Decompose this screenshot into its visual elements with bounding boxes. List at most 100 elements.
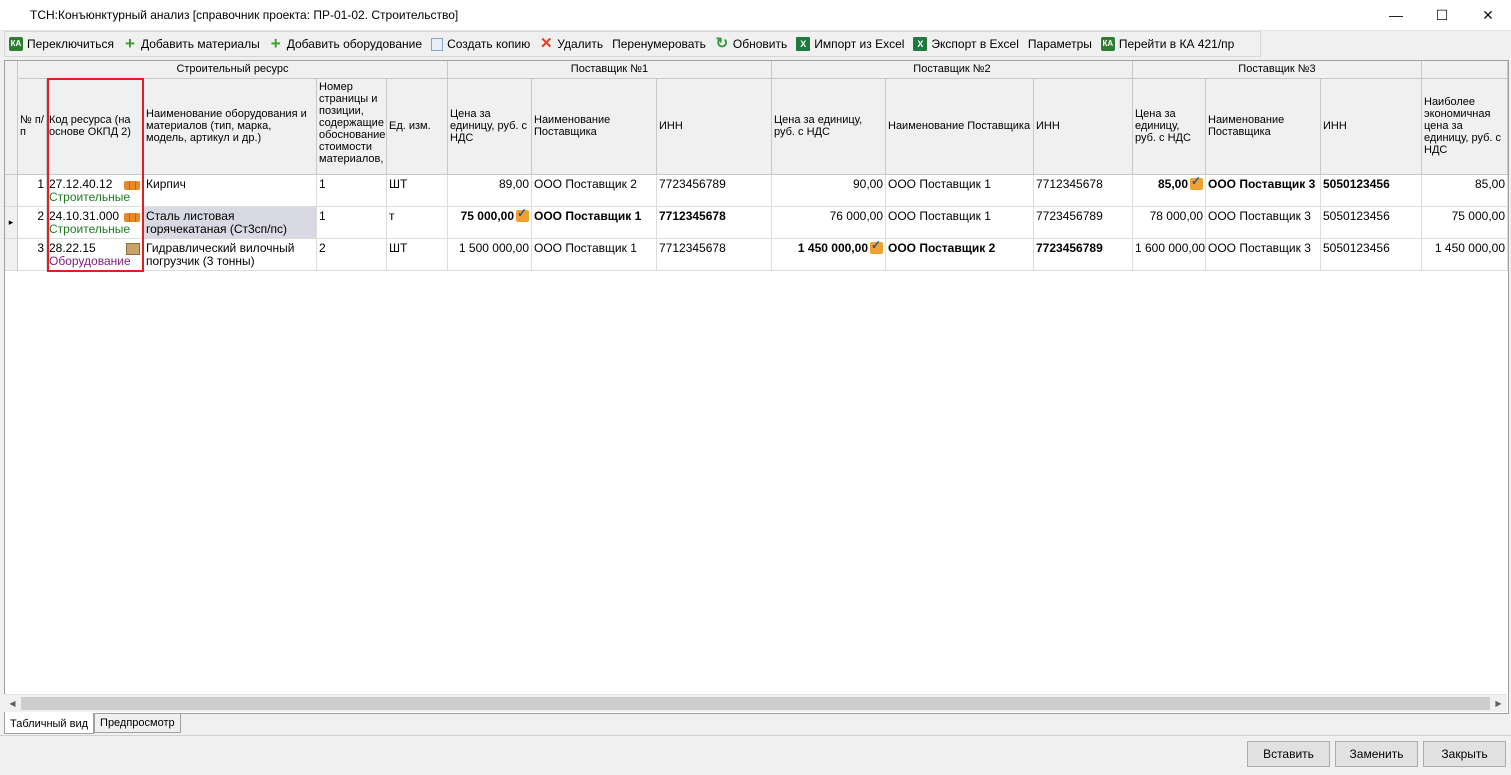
column-header-code[interactable]: Код ресурса (на основе ОКПД 2) <box>47 79 144 175</box>
cell-s2-inn[interactable]: 7712345678 <box>1034 175 1133 207</box>
column-header-s2-price-label: Цена за единицу, руб. с НДС <box>774 114 863 138</box>
column-header-name-label: Наименование оборудования и материалов (… <box>146 108 307 144</box>
column-header-best[interactable]: Наиболее экономичная цена за единицу, ру… <box>1422 79 1508 175</box>
row-indicator[interactable] <box>5 175 18 207</box>
cell-s1-inn[interactable]: 7712345678 <box>657 207 772 239</box>
cell-s1-name[interactable]: ООО Поставщик 2 <box>532 175 657 207</box>
column-header-s1-inn[interactable]: ИНН <box>657 79 772 175</box>
cell-s3-price[interactable]: 85,00 <box>1133 175 1206 207</box>
cell-s1-price[interactable]: 89,00 <box>448 175 532 207</box>
refresh-button[interactable]: ↻ Обновить <box>711 33 792 55</box>
title-bar: ТСН:Конъюнктурный анализ [справочник про… <box>0 0 1511 31</box>
cell-s2-price[interactable]: 76 000,00 <box>772 207 886 239</box>
parameters-label: Параметры <box>1027 37 1092 51</box>
column-header-page[interactable]: Номер страницы и позиции, содержащие обо… <box>317 79 387 175</box>
cell-s2-inn[interactable]: 7723456789 <box>1034 239 1133 271</box>
close-button[interactable]: Закрыть <box>1423 741 1506 767</box>
price-value: 75 000,00 <box>460 209 514 223</box>
cell-s1-name[interactable]: ООО Поставщик 1 <box>532 207 657 239</box>
cell-unit[interactable]: ШТ <box>387 175 448 207</box>
renumber-label: Перенумеровать <box>612 37 706 51</box>
cell-num[interactable]: 1 <box>18 175 47 207</box>
cell-s2-name[interactable]: ООО Поставщик 1 <box>886 175 1034 207</box>
insert-button[interactable]: Вставить <box>1247 741 1330 767</box>
bottom-divider <box>0 735 1511 736</box>
cell-s3-name[interactable]: ООО Поставщик 3 <box>1206 175 1321 207</box>
horizontal-scrollbar[interactable]: ◀ ▶ <box>4 694 1507 712</box>
delete-button[interactable]: ✕ Удалить <box>535 33 608 55</box>
parameters-button[interactable]: Параметры <box>1024 33 1097 55</box>
plus-icon: + <box>270 34 281 53</box>
column-header-s3-name[interactable]: Наименование Поставщика <box>1206 79 1321 175</box>
cell-unit[interactable]: ШТ <box>387 239 448 271</box>
cell-code[interactable]: 24.10.31.000 Строительные <box>47 207 144 239</box>
cell-page[interactable]: 1 <box>317 175 387 207</box>
cell-code[interactable]: 28.22.15 Оборудование <box>47 239 144 271</box>
renumber-button[interactable]: Перенумеровать <box>608 33 711 55</box>
column-header-s1-name-label: Наименование Поставщика <box>534 114 611 138</box>
cell-name[interactable]: Кирпич <box>144 175 317 207</box>
window-title: ТСН:Конъюнктурный анализ [справочник про… <box>30 8 459 22</box>
tab-preview[interactable]: Предпросмотр <box>94 713 181 733</box>
cell-num[interactable]: 2 <box>18 207 47 239</box>
column-header-s3-price[interactable]: Цена за единицу, руб. с НДС <box>1133 79 1206 175</box>
cell-best[interactable]: 85,00 <box>1422 175 1508 207</box>
add-materials-button[interactable]: + Добавить материалы <box>119 33 265 55</box>
cell-s3-inn[interactable]: 5050123456 <box>1321 239 1422 271</box>
cell-name[interactable]: Гидравлический вилочный погрузчик (3 тон… <box>144 239 317 271</box>
cell-s3-price[interactable]: 78 000,00 <box>1133 207 1206 239</box>
replace-button[interactable]: Заменить <box>1335 741 1418 767</box>
column-header-s2-name[interactable]: Наименование Поставщика <box>886 79 1034 175</box>
column-header-s2-price[interactable]: Цена за единицу, руб. с НДС <box>772 79 886 175</box>
scrollbar-thumb[interactable] <box>21 697 1490 710</box>
import-excel-button[interactable]: X Импорт из Excel <box>792 33 909 55</box>
minimize-button[interactable]: — <box>1373 0 1419 30</box>
cell-page[interactable]: 2 <box>317 239 387 271</box>
column-header-s3-inn[interactable]: ИНН <box>1321 79 1422 175</box>
excel-icon: X <box>796 37 811 51</box>
cell-s3-price[interactable]: 1 600 000,00 <box>1133 239 1206 271</box>
close-window-button[interactable]: ✕ <box>1465 0 1511 30</box>
goto-ka-button[interactable]: КА Перейти в КА 421/пр <box>1097 33 1239 55</box>
cell-s2-name[interactable]: ООО Поставщик 2 <box>886 239 1034 271</box>
column-header-code-label: Код ресурса (на основе ОКПД 2) <box>49 114 131 138</box>
cell-s2-name[interactable]: ООО Поставщик 1 <box>886 207 1034 239</box>
cell-name[interactable]: Сталь листовая горячекатаная (Ст3сп/пс) <box>144 207 317 239</box>
cell-s1-inn[interactable]: 7723456789 <box>657 175 772 207</box>
scroll-left-icon[interactable]: ◀ <box>4 695 21 712</box>
cell-s3-inn[interactable]: 5050123456 <box>1321 175 1422 207</box>
cell-s1-name[interactable]: ООО Поставщик 1 <box>532 239 657 271</box>
create-copy-button[interactable]: Создать копию <box>427 33 535 55</box>
cell-s2-price[interactable]: 90,00 <box>772 175 886 207</box>
cell-s1-inn[interactable]: 7712345678 <box>657 239 772 271</box>
maximize-button[interactable]: ☐ <box>1419 0 1465 30</box>
cell-unit[interactable]: т <box>387 207 448 239</box>
cell-s2-price[interactable]: 1 450 000,00 <box>772 239 886 271</box>
column-header-s2-inn[interactable]: ИНН <box>1034 79 1133 175</box>
cell-s3-name[interactable]: ООО Поставщик 3 <box>1206 207 1321 239</box>
row-indicator[interactable]: ▸ <box>5 207 18 239</box>
column-header-unit[interactable]: Ед. изм. <box>387 79 448 175</box>
row-indicator[interactable] <box>5 239 18 271</box>
cell-page[interactable]: 1 <box>317 207 387 239</box>
bricks-icon <box>124 213 140 222</box>
cell-s1-price[interactable]: 75 000,00 <box>448 207 532 239</box>
column-header-num[interactable]: № п/п <box>18 79 47 175</box>
switch-button[interactable]: КА Переключиться <box>5 33 119 55</box>
cell-s3-name[interactable]: ООО Поставщик 3 <box>1206 239 1321 271</box>
column-header-name[interactable]: Наименование оборудования и материалов (… <box>144 79 317 175</box>
add-equipment-button[interactable]: + Добавить оборудование <box>265 33 427 55</box>
column-header-s1-price[interactable]: Цена за единицу, руб. с НДС <box>448 79 532 175</box>
cell-s2-inn[interactable]: 7723456789 <box>1034 207 1133 239</box>
cell-s3-inn[interactable]: 5050123456 <box>1321 207 1422 239</box>
add-materials-label: Добавить материалы <box>140 37 260 51</box>
tab-table-view[interactable]: Табличный вид <box>4 713 95 734</box>
cell-num[interactable]: 3 <box>18 239 47 271</box>
cell-best[interactable]: 1 450 000,00 <box>1422 239 1508 271</box>
scroll-right-icon[interactable]: ▶ <box>1490 695 1507 712</box>
cell-s1-price[interactable]: 1 500 000,00 <box>448 239 532 271</box>
column-header-s1-name[interactable]: Наименование Поставщика <box>532 79 657 175</box>
cell-best[interactable]: 75 000,00 <box>1422 207 1508 239</box>
export-excel-button[interactable]: X Экспорт в Excel <box>909 33 1023 55</box>
cell-code[interactable]: 27.12.40.12 Строительные <box>47 175 144 207</box>
